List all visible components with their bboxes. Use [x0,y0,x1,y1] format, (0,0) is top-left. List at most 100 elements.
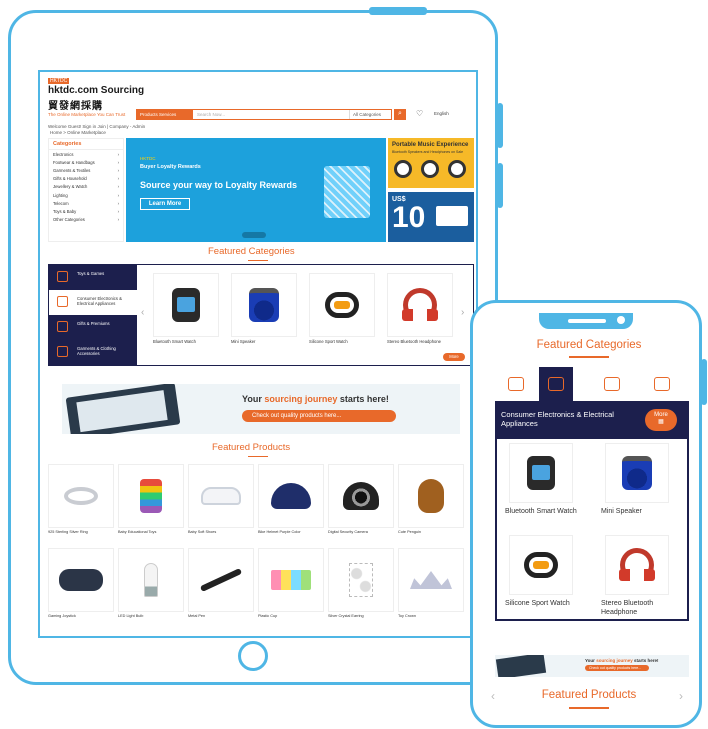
product-name[interactable]: Digital Security Camera [328,530,368,534]
product-name[interactable]: Bluetooth Smart Watch [153,339,196,344]
joystick-image [59,569,103,591]
more-button[interactable]: More [443,353,465,361]
product-name[interactable]: Plastic Cup [258,614,277,618]
hero-subtitle: Buyer Loyalty Rewards [140,164,201,170]
product-name[interactable]: Baby Soft Shoes [188,530,216,534]
product-card[interactable] [188,464,254,528]
jacket-icon [57,346,68,357]
carousel-dots[interactable] [242,232,266,238]
sidebar-item-footwear[interactable]: Footwear & Handbags › [49,158,123,166]
product-name[interactable]: Silicone Sport Watch [505,599,585,608]
sidebar-item-other[interactable]: Other Categories › [49,216,123,224]
search-bar[interactable]: Products Services Search Now... All Cate… [136,109,392,120]
product-card[interactable] [258,548,324,612]
voucher-card-illustration [436,206,468,226]
product-name[interactable]: Silver Crystal Earring [328,614,364,618]
product-name[interactable]: Bluetooth Smart Watch [505,507,585,516]
search-category-select[interactable]: All Categories [349,110,393,119]
breadcrumb[interactable]: Home > Online Marketplace [50,130,106,135]
product-card[interactable] [258,464,324,528]
product-card[interactable] [118,464,184,528]
active-category-title: Consumer Electronics & Electrical Applia… [501,410,614,428]
tab-garments[interactable]: Garments & Clothing Accessories [49,340,137,365]
search-icon[interactable]: ⌕ [394,109,406,120]
tab-toys-games[interactable] [499,367,533,401]
tablet-hand-illustration [495,655,547,677]
logo-chinese[interactable]: 貿發網採購 [48,97,103,112]
product-card[interactable] [48,464,114,528]
product-name[interactable]: Toy Crown [398,614,416,618]
product-name[interactable]: Mini Speaker [231,339,255,344]
product-card[interactable] [605,535,669,595]
product-card[interactable] [509,443,573,503]
tab-consumer-electronics[interactable] [539,367,573,401]
product-card[interactable] [328,548,394,612]
product-name[interactable]: Bike Helmet Purple Color [258,530,301,534]
learn-more-button[interactable]: Learn More [140,198,190,210]
sidebar-item-jewellery[interactable]: Jewellery & Watch › [49,183,123,191]
product-card[interactable] [509,535,573,595]
logo-title[interactable]: hktdc.com Sourcing [48,85,144,96]
chevron-left-icon[interactable]: ‹ [141,307,144,318]
product-name[interactable]: Mini Speaker [601,507,681,516]
product-card[interactable] [328,464,394,528]
headphone-icon [394,160,412,178]
helmet-image [271,483,311,509]
chevron-right-icon[interactable]: › [679,689,683,703]
featured-products-title: Featured Products [541,689,637,701]
chevron-right-icon: › [117,151,119,157]
product-name[interactable]: Cute Penguin [398,530,421,534]
tab-toys-games[interactable]: Toys & Games [49,265,137,290]
product-card[interactable] [387,273,453,337]
product-card[interactable] [48,548,114,612]
product-name[interactable]: Baby Educational Toys [118,530,156,534]
sidebar-item-gifts[interactable]: Gifts & Household › [49,175,123,183]
tab-consumer-electronics[interactable]: Consumer Electronics & Electrical Applia… [49,290,137,315]
product-card[interactable] [231,273,297,337]
sourcing-journey-banner[interactable]: Your sourcing journey starts here! Check… [495,655,689,677]
product-name[interactable]: 925 Sterling Silver Ring [48,530,88,534]
sidebar-item-telecom[interactable]: Telecom › [49,199,123,207]
logo-badge[interactable]: HKTDC [48,78,70,84]
sidebar-item-garments[interactable]: Garments & Textiles › [49,166,123,174]
promo-music-banner[interactable]: Portable Music Experience Bluetooth Spea… [388,138,474,188]
product-card[interactable] [398,464,464,528]
language-select[interactable]: English [434,111,449,116]
product-card[interactable] [188,548,254,612]
product-name[interactable]: Stereo Bluetooth Headphone [387,339,441,344]
product-name[interactable]: Silicone Sport Watch [309,339,348,344]
product-card[interactable] [153,273,219,337]
product-card[interactable] [605,443,669,503]
tab-garments[interactable] [645,367,679,401]
sidebar-item-electronics[interactable]: Electronics › [49,150,123,158]
hero-banner[interactable]: HKTDC Buyer Loyalty Rewards Source your … [126,138,386,242]
tab-gifts-premiums[interactable]: Gifts & Premiums [49,315,137,340]
product-grid: Bluetooth Smart Watch Mini Speaker Silic… [495,439,689,621]
chevron-right-icon[interactable]: › [461,307,464,318]
journey-search-button[interactable]: Check out quality products here... [242,410,396,422]
chevron-right-icon: › [117,159,119,165]
more-button[interactable]: More ▦ [645,409,677,431]
product-card[interactable] [118,548,184,612]
site-header: HKTDC hktdc.com Sourcing 貿發網採購 The Onlin… [40,72,476,135]
journey-search-button[interactable]: Check out quality products here... [585,665,649,671]
product-card[interactable] [309,273,375,337]
product-name[interactable]: LED Light Bulb [118,614,143,618]
search-input[interactable]: Search Now... [197,110,225,119]
product-card[interactable] [398,548,464,612]
search-type-select[interactable]: Products Services [137,110,193,119]
promo-voucher-banner[interactable]: US$ 10 [388,192,474,242]
phone-screen: Featured Categories Consumer Electronics… [489,331,689,719]
product-name[interactable]: Gaming Joystick [48,614,76,618]
inquiry-basket-icon[interactable]: ♡ [416,109,423,118]
gift-icon [604,377,620,391]
promo-music-subtitle: Bluetooth Speakers and Headphones on Sal… [392,150,464,154]
product-name[interactable]: Metal Pen [188,614,205,618]
sidebar-item-lighting[interactable]: Lighting › [49,191,123,199]
tablet-home-button[interactable] [238,641,268,671]
journey-headline: Your sourcing journey starts here! [585,658,659,663]
sourcing-journey-banner[interactable]: Your sourcing journey starts here! Check… [62,384,460,434]
sidebar-item-toys[interactable]: Toys & Baby › [49,207,123,215]
tab-gifts-premiums[interactable] [595,367,629,401]
product-name[interactable]: Stereo Bluetooth Headphone [601,599,681,617]
